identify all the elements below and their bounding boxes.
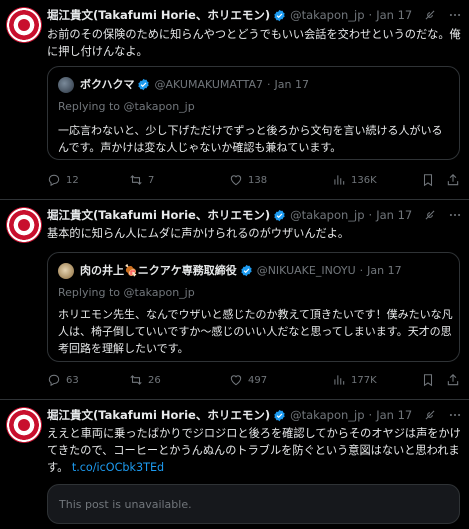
separator: · bbox=[267, 77, 271, 91]
more-icon[interactable] bbox=[448, 408, 462, 422]
avatar[interactable] bbox=[6, 7, 42, 43]
like-button[interactable]: 497 bbox=[229, 372, 267, 388]
bookmark-icon bbox=[421, 173, 435, 187]
quote-text: 一応言わないと、少し下げただけでずっと後ろから文句を言い続ける人がいるんです。声… bbox=[58, 124, 443, 154]
bookmark-button[interactable] bbox=[421, 372, 440, 388]
verified-badge-icon bbox=[240, 264, 253, 277]
timestamp[interactable]: Jan 17 bbox=[376, 208, 412, 222]
grok-icon[interactable] bbox=[423, 208, 437, 222]
views-button[interactable]: 177K bbox=[332, 372, 377, 388]
quote-author-handle: @NIKUAKE_INOYU bbox=[256, 263, 356, 277]
quoted-tweet[interactable]: 肉の井上🍖ニクアケ専務取締役 @NIKUAKE_INOYU · Jan 17 R… bbox=[47, 252, 460, 362]
verified-badge-icon bbox=[273, 9, 286, 22]
avatar[interactable] bbox=[6, 207, 42, 243]
tweet-header: 堀江貴文(Takafumi Horie、ホリエモン) @takapon_jp ·… bbox=[47, 6, 412, 24]
quote-text: ホリエモン先生、なんでウザいと感じたのか教えて頂きたいです！僕みたいな凡人は、椅… bbox=[58, 308, 453, 355]
like-count: 138 bbox=[248, 174, 268, 186]
bookmark-icon bbox=[421, 373, 435, 387]
grok-icon[interactable] bbox=[423, 408, 437, 422]
tweet-text: 基本的に知らん人にムダに声かけられるのがウザいんだよ。 bbox=[47, 227, 350, 240]
author-name[interactable]: 堀江貴文(Takafumi Horie、ホリエモン) bbox=[47, 407, 270, 423]
author-name[interactable]: 堀江貴文(Takafumi Horie、ホリエモン) bbox=[47, 7, 270, 23]
author-handle[interactable]: @takapon_jp bbox=[290, 408, 364, 422]
retweet-count: 7 bbox=[148, 174, 155, 186]
quote-avatar bbox=[58, 77, 74, 93]
avatar[interactable] bbox=[6, 407, 42, 443]
separator: · bbox=[368, 408, 373, 422]
more-icon[interactable] bbox=[448, 208, 462, 222]
like-icon bbox=[229, 373, 243, 387]
timestamp[interactable]: Jan 17 bbox=[376, 8, 412, 22]
verified-badge-icon bbox=[273, 409, 286, 422]
like-button[interactable]: 138 bbox=[229, 172, 267, 188]
tweet-text: お前のその保険のために知らんやつとどうでもいい会話を交わせというのだな。俺に押し… bbox=[47, 28, 461, 58]
retweet-icon bbox=[129, 373, 143, 387]
grok-icon[interactable] bbox=[423, 8, 437, 22]
tweet-actions: 12 7 138 136K bbox=[47, 172, 467, 188]
separator: · bbox=[368, 8, 373, 22]
quoted-tweet[interactable]: ボクハクマ @AKUMAKUMATTA7 · Jan 17 Replying t… bbox=[47, 66, 460, 160]
quote-header: 肉の井上🍖ニクアケ専務取締役 @NIKUAKE_INOYU · Jan 17 bbox=[80, 262, 402, 278]
reply-icon bbox=[47, 173, 61, 187]
retweet-count: 26 bbox=[148, 374, 161, 386]
like-icon bbox=[229, 173, 243, 187]
quote-header: ボクハクマ @AKUMAKUMATTA7 · Jan 17 bbox=[80, 76, 309, 92]
share-icon bbox=[446, 173, 460, 187]
views-icon bbox=[332, 173, 346, 187]
tweet[interactable]: 堀江貴文(Takafumi Horie、ホリエモン) @takapon_jp ·… bbox=[0, 0, 469, 200]
quote-timestamp: Jan 17 bbox=[274, 77, 309, 91]
tweet[interactable]: 堀江貴文(Takafumi Horie、ホリエモン) @takapon_jp ·… bbox=[0, 200, 469, 400]
tweet-header: 堀江貴文(Takafumi Horie、ホリエモン) @takapon_jp ·… bbox=[47, 206, 412, 224]
bookmark-button[interactable] bbox=[421, 172, 440, 188]
quote-avatar bbox=[58, 263, 74, 279]
share-button[interactable] bbox=[446, 172, 465, 188]
quote-author-name: ボクハクマ bbox=[80, 78, 135, 91]
verified-badge-icon bbox=[273, 209, 286, 222]
reply-count: 12 bbox=[66, 174, 79, 186]
quote-replying-to: Replying to @takapon_jp bbox=[58, 100, 195, 113]
reply-button[interactable]: 63 bbox=[47, 372, 79, 388]
views-button[interactable]: 136K bbox=[332, 172, 377, 188]
separator: · bbox=[359, 263, 364, 277]
reply-count: 63 bbox=[66, 374, 79, 386]
tweet-link[interactable]: t.co/icOCbk3TEd bbox=[72, 461, 164, 474]
separator: · bbox=[368, 208, 373, 222]
retweet-button[interactable]: 26 bbox=[129, 372, 161, 388]
share-button[interactable] bbox=[446, 372, 465, 388]
tweet-text: ええと車両に乗ったばかりでジロジロと後ろを確認してからそのオヤジは声をかけてきた… bbox=[47, 425, 462, 476]
views-icon bbox=[332, 373, 346, 387]
quote-author-handle: @AKUMAKUMATTA7 bbox=[154, 77, 264, 91]
tweet-header: 堀江貴文(Takafumi Horie、ホリエモン) @takapon_jp ·… bbox=[47, 406, 412, 424]
tweet-actions: 63 26 497 177K bbox=[47, 372, 467, 388]
view-count: 136K bbox=[351, 174, 377, 186]
verified-badge-icon bbox=[137, 78, 150, 91]
author-handle[interactable]: @takapon_jp bbox=[290, 208, 364, 222]
reply-icon bbox=[47, 373, 61, 387]
quote-replying-to: Replying to @takapon_jp bbox=[58, 286, 195, 299]
like-count: 497 bbox=[248, 374, 268, 386]
author-name[interactable]: 堀江貴文(Takafumi Horie、ホリエモン) bbox=[47, 207, 270, 223]
unavailable-post-notice: This post is unavailable. bbox=[47, 484, 460, 524]
author-handle[interactable]: @takapon_jp bbox=[290, 8, 364, 22]
timestamp[interactable]: Jan 17 bbox=[376, 408, 412, 422]
retweet-icon bbox=[129, 173, 143, 187]
reply-button[interactable]: 12 bbox=[47, 172, 79, 188]
view-count: 177K bbox=[351, 374, 377, 386]
share-icon bbox=[446, 373, 460, 387]
quote-timestamp: Jan 17 bbox=[367, 263, 402, 277]
more-icon[interactable] bbox=[448, 8, 462, 22]
quote-author-name: 肉の井上🍖ニクアケ専務取締役 bbox=[80, 264, 237, 277]
retweet-button[interactable]: 7 bbox=[129, 172, 154, 188]
